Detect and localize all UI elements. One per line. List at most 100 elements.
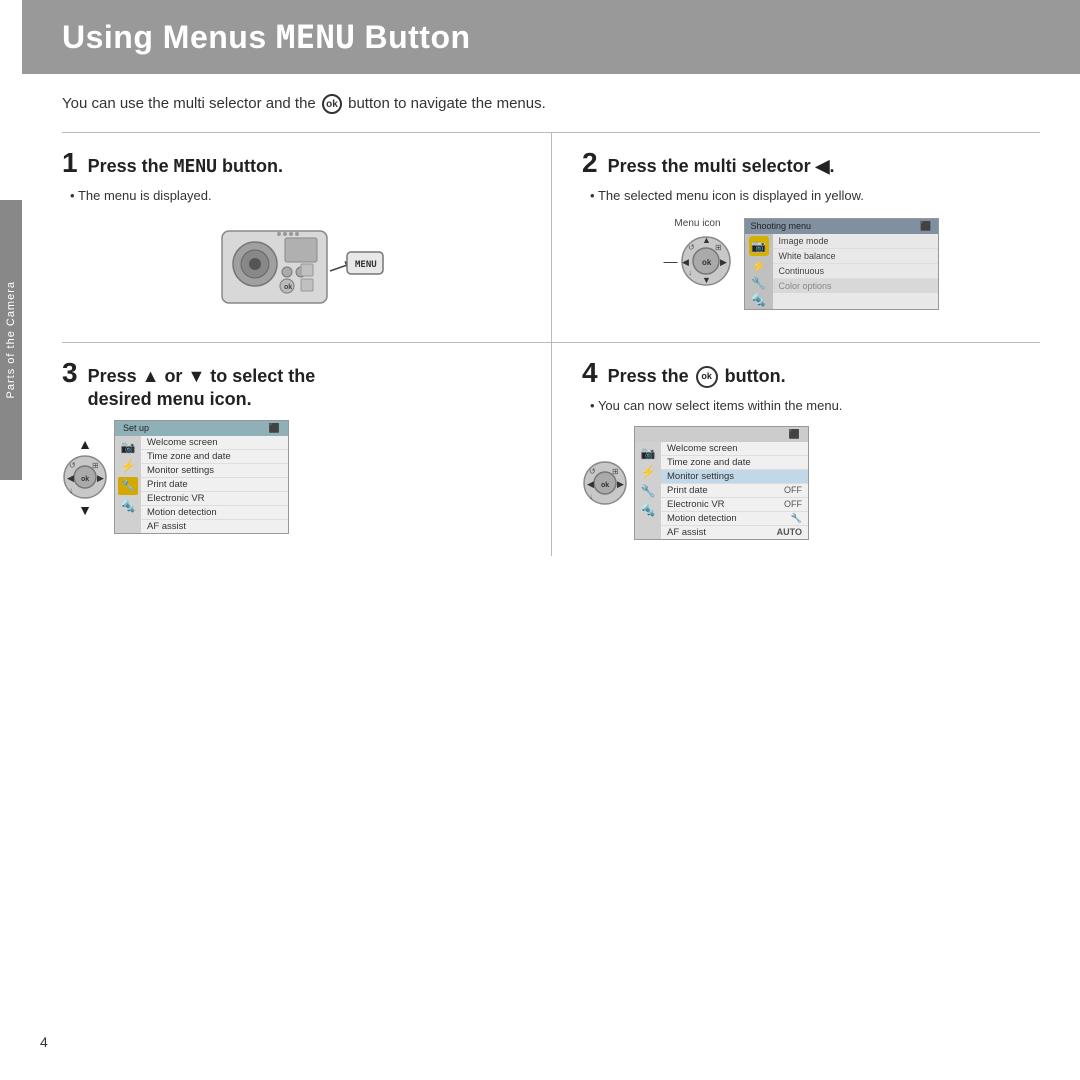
camera-icon-col-s4: 📷 [641, 444, 656, 462]
step-2: 2 Press the multi selector ◀. The select… [551, 132, 1040, 342]
step-1-header: 1 Press the MENU button. [62, 149, 531, 178]
wrench-icon-col: 🔩 [121, 497, 136, 515]
step-4-header: 4 Press the ok button. [582, 359, 1020, 388]
step-4-diagram: ▲ ok ◀ ▶ ↺ ⊞ ↓ [582, 426, 1020, 540]
step-1-bullet: The menu is displayed. [70, 186, 531, 206]
setup-row-af: AF assist [141, 520, 288, 533]
svg-text:▶: ▶ [720, 257, 727, 267]
setup-row-monitor: Monitor settings [141, 464, 288, 478]
main-content: You can use the multi selector and the o… [22, 74, 1080, 576]
side-tab-label: Parts of the Camera [5, 281, 17, 398]
wrench-icon: 🔩 [751, 293, 766, 307]
ok-button-icon: ok [696, 366, 718, 388]
s4-row-print: Print date OFF [661, 484, 808, 498]
menu-header: Shooting menu ⬛ [745, 219, 938, 234]
flash-icon-col-s4: ⚡ [641, 463, 656, 481]
setup-header-step3: Set up ⬛ [115, 421, 288, 436]
step-1-number: 1 [62, 149, 78, 177]
svg-text:⊞: ⊞ [612, 467, 619, 476]
svg-text:ok: ok [284, 284, 292, 291]
camera-illustration: ok MENU [207, 216, 387, 326]
setup-menu-step4: ⬛ 📷 ⚡ 🔧 🔩 Welcome screen [634, 426, 809, 540]
step-2-header: 2 Press the multi selector ◀. [582, 149, 1020, 178]
step-4-bullet: You can now select items within the menu… [590, 396, 1020, 416]
step-4-title: Press the ok button. [608, 365, 786, 388]
s4-row-evr: Electronic VR OFF [661, 498, 808, 512]
svg-text:MENU: MENU [355, 260, 377, 270]
page-title: Using Menus MENU Button [62, 18, 1040, 56]
menu-icon-label: Menu icon [674, 218, 720, 229]
step-3-title: Press ▲ or ▼ to select thedesired menu i… [88, 365, 316, 412]
flash-icon-col: ⚡ [121, 457, 136, 475]
svg-text:↺: ↺ [589, 467, 596, 476]
svg-text:⊞: ⊞ [715, 243, 722, 252]
svg-text:ok: ok [702, 258, 712, 267]
menu-item-white-balance: White balance [773, 249, 938, 264]
step-3: 3 Press ▲ or ▼ to select thedesired menu… [62, 342, 551, 556]
shooting-menu-screen: Shooting menu ⬛ 📷 ⚡ 🔧 🔩 Imag [744, 218, 939, 310]
step-3-header: 3 Press ▲ or ▼ to select thedesired menu… [62, 359, 531, 412]
s4-row-monitor: Monitor settings [661, 470, 808, 484]
svg-text:▶: ▶ [97, 473, 104, 483]
settings-icon: 🔧 [751, 276, 766, 290]
s4-row-af: AF assist AUTO [661, 526, 808, 539]
settings-icon-col-s4: 🔧 [641, 482, 656, 500]
step-1-title: Press the MENU button. [88, 155, 283, 178]
page-number: 4 [40, 1034, 48, 1050]
step-2-title: Press the multi selector ◀. [608, 155, 835, 178]
setup-header-step4: ⬛ [635, 427, 808, 442]
side-tab: Parts of the Camera [0, 200, 22, 480]
step-2-number: 2 [582, 149, 598, 177]
setup-row-evr: Electronic VR [141, 492, 288, 506]
svg-text:◀: ◀ [587, 479, 594, 489]
svg-text:↺: ↺ [688, 243, 695, 252]
svg-text:▶: ▶ [617, 479, 624, 489]
step4-selector-dial: ok ◀ ▶ ↺ ⊞ ↓ [582, 460, 628, 506]
setup-row-print: Print date [141, 478, 288, 492]
camera-icon-col: 📷 [121, 438, 136, 456]
setup-row-welcome: Welcome screen [141, 436, 288, 450]
svg-text:ok: ok [81, 476, 89, 483]
intro-paragraph: You can use the multi selector and the o… [62, 94, 1040, 114]
step-3-number: 3 [62, 359, 78, 387]
svg-text:⊞: ⊞ [92, 461, 99, 470]
setup-row-timezone: Time zone and date [141, 450, 288, 464]
settings-icon-highlighted: 🔧 [118, 477, 138, 495]
flash-icon: ⚡ [751, 259, 766, 273]
step3-controller: ▲ ok ◀ ▶ ↺ ⊞ ↓ [62, 436, 108, 518]
step4-controller: ▲ ok ◀ ▶ ↺ ⊞ ↓ [582, 442, 628, 524]
ok-icon: ok [322, 94, 342, 114]
setup-row-motion: Motion detection [141, 506, 288, 520]
svg-text:◀: ◀ [682, 257, 689, 267]
svg-text:▲: ▲ [702, 235, 711, 245]
s4-row-timezone: Time zone and date [661, 456, 808, 470]
wrench-icon-col-s4: 🔩 [641, 501, 656, 519]
svg-text:↓: ↓ [688, 268, 692, 277]
step-1-diagram: ok MENU [62, 216, 531, 326]
svg-text:↺: ↺ [69, 461, 76, 470]
step-4-number: 4 [582, 359, 598, 387]
svg-text:ok: ok [601, 482, 609, 489]
menu-item-color-options: Color options [773, 279, 938, 293]
setup-menu-step3: Set up ⬛ 📷 ⚡ 🔧 🔩 Welco [114, 420, 289, 534]
menu-body: 📷 ⚡ 🔧 🔩 Image mode White balance Continu… [745, 234, 938, 309]
menu-item-continuous: Continuous [773, 264, 938, 279]
down-arrow: ▼ [78, 502, 92, 518]
step3-selector-dial: ok ◀ ▶ ↺ ⊞ ↓ [62, 454, 108, 500]
steps-grid: 1 Press the MENU button. The menu is dis… [62, 132, 1040, 556]
s4-row-motion: Motion detection 🔧 [661, 512, 808, 526]
svg-text:↓: ↓ [589, 492, 593, 501]
s4-row-welcome: Welcome screen [661, 442, 808, 456]
step-2-diagram: Menu icon — ok [582, 218, 1020, 310]
menu-item-image-mode: Image mode [773, 234, 938, 249]
camera-icon-highlighted: 📷 [749, 236, 769, 256]
svg-text:▼: ▼ [702, 275, 711, 285]
up-arrow: ▲ [78, 436, 92, 452]
step-3-diagram: ▲ ok ◀ ▶ ↺ ⊞ ↓ [62, 420, 531, 534]
svg-text:◀: ◀ [67, 473, 74, 483]
svg-text:↓: ↓ [69, 486, 73, 495]
step-2-bullet: The selected menu icon is displayed in y… [590, 186, 1020, 206]
step-1: 1 Press the MENU button. The menu is dis… [62, 132, 551, 342]
page-header: Using Menus MENU Button [22, 0, 1080, 74]
step-4: 4 Press the ok button. You can now selec… [551, 342, 1040, 556]
